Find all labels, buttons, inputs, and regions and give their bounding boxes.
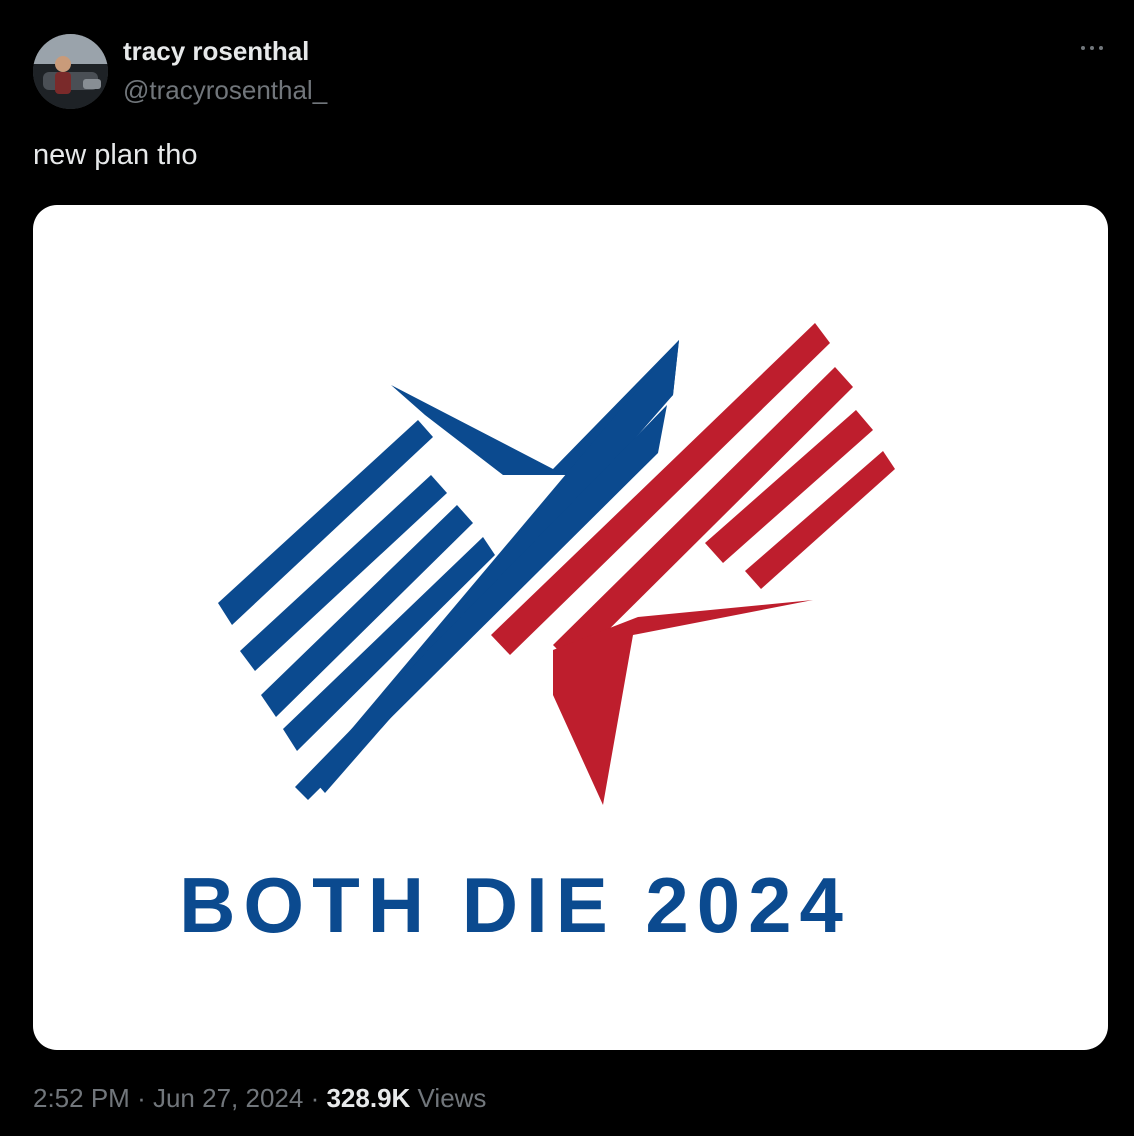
profile-photo-icon (33, 34, 108, 109)
tweet-date[interactable]: Jun 27, 2024 (153, 1083, 303, 1113)
red-star-stripes-icon (491, 323, 895, 805)
views-label: Views (417, 1083, 487, 1113)
logo-text: BOTH DIE 2024 (179, 861, 851, 949)
tweet-media-image[interactable]: BOTH DIE 2024 (33, 205, 1108, 1050)
meta-separator: · (137, 1083, 146, 1113)
meta-separator: · (310, 1083, 320, 1113)
more-dot (1081, 46, 1085, 50)
avatar[interactable] (33, 34, 108, 109)
tweet-text: new plan tho (33, 139, 198, 171)
more-dot (1090, 46, 1094, 50)
more-dot (1099, 46, 1103, 50)
campaign-logo-image: BOTH DIE 2024 (179, 323, 895, 949)
more-options-icon[interactable] (1070, 30, 1114, 66)
tweet-time[interactable]: 2:52 PM (33, 1083, 130, 1113)
author-name[interactable]: tracy rosenthal (123, 36, 309, 67)
tweet-meta: 2:52 PM · Jun 27, 2024 · 328.9K Views (33, 1083, 486, 1114)
views-count[interactable]: 328.9K (326, 1083, 410, 1113)
author-handle[interactable]: @tracyrosenthal_ (123, 75, 327, 106)
tweet: tracy rosenthal @tracyrosenthal_ new pla… (0, 0, 1134, 1136)
